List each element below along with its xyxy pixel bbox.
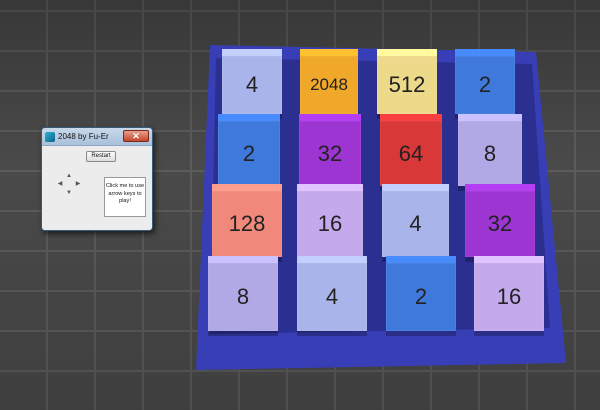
tile-r2-c3: 64 xyxy=(380,121,442,186)
arrow-right-icon[interactable]: ▶ xyxy=(74,180,82,188)
tile-value: 2 xyxy=(242,140,256,166)
tile-value: 128 xyxy=(228,211,266,236)
tile-value: 8 xyxy=(236,284,250,309)
tile-value: 8 xyxy=(483,140,497,166)
tile-r4-c1: 8 xyxy=(208,263,278,331)
tile-r1-c3: 512 xyxy=(377,56,437,114)
restart-button[interactable]: Restart xyxy=(86,151,116,162)
tile-value: 16 xyxy=(317,211,343,236)
window-body: Restart ▲ ◀ ▶ ▼ Click me to use arrow ke… xyxy=(42,146,152,230)
window-title: 2048 by Fu-Er xyxy=(58,132,109,141)
tile-value: 32 xyxy=(487,211,513,236)
tile-r1-c1: 4 xyxy=(222,56,282,114)
tile-value: 2 xyxy=(478,72,492,97)
tile-r1-c4: 2 xyxy=(455,56,515,114)
tile-r3-c4: 32 xyxy=(465,191,535,257)
tile-value: 64 xyxy=(398,140,424,166)
tile-r4-c4: 16 xyxy=(474,263,544,331)
tile-r3-c3: 4 xyxy=(382,191,449,257)
tile-value: 32 xyxy=(317,140,343,166)
arrow-up-icon[interactable]: ▲ xyxy=(65,172,73,180)
tile-value: 512 xyxy=(388,72,426,97)
keyboard-focus-box[interactable]: Click me to use arrow keys to play! xyxy=(104,177,146,217)
tile-r3-c2: 16 xyxy=(297,191,363,257)
tile-r4-c2: 4 xyxy=(297,263,367,331)
tile-value: 2048 xyxy=(310,75,348,94)
tile-value: 4 xyxy=(409,211,422,236)
tile-r1-c2: 2048 xyxy=(300,56,358,114)
arrow-down-icon[interactable]: ▼ xyxy=(65,189,73,197)
window-titlebar[interactable]: 2048 by Fu-Er ✕ xyxy=(42,128,152,146)
arrow-left-icon[interactable]: ◀ xyxy=(56,180,64,188)
tile-r2-c2: 32 xyxy=(299,121,361,186)
tile-value: 2 xyxy=(414,284,428,309)
tile-r2-c1: 2 xyxy=(218,121,280,186)
tile-r3-c1: 128 xyxy=(212,191,282,257)
game-window: 2048 by Fu-Er ✕ Restart ▲ ◀ ▶ ▼ Click me… xyxy=(41,127,153,231)
tile-r2-c4: 8 xyxy=(458,121,522,186)
tile-value: 16 xyxy=(496,284,522,309)
app-icon xyxy=(45,131,55,142)
close-button[interactable]: ✕ xyxy=(123,130,149,142)
tile-value: 4 xyxy=(245,72,259,97)
tile-r4-c3: 2 xyxy=(386,263,456,331)
tile-value: 4 xyxy=(325,284,339,309)
